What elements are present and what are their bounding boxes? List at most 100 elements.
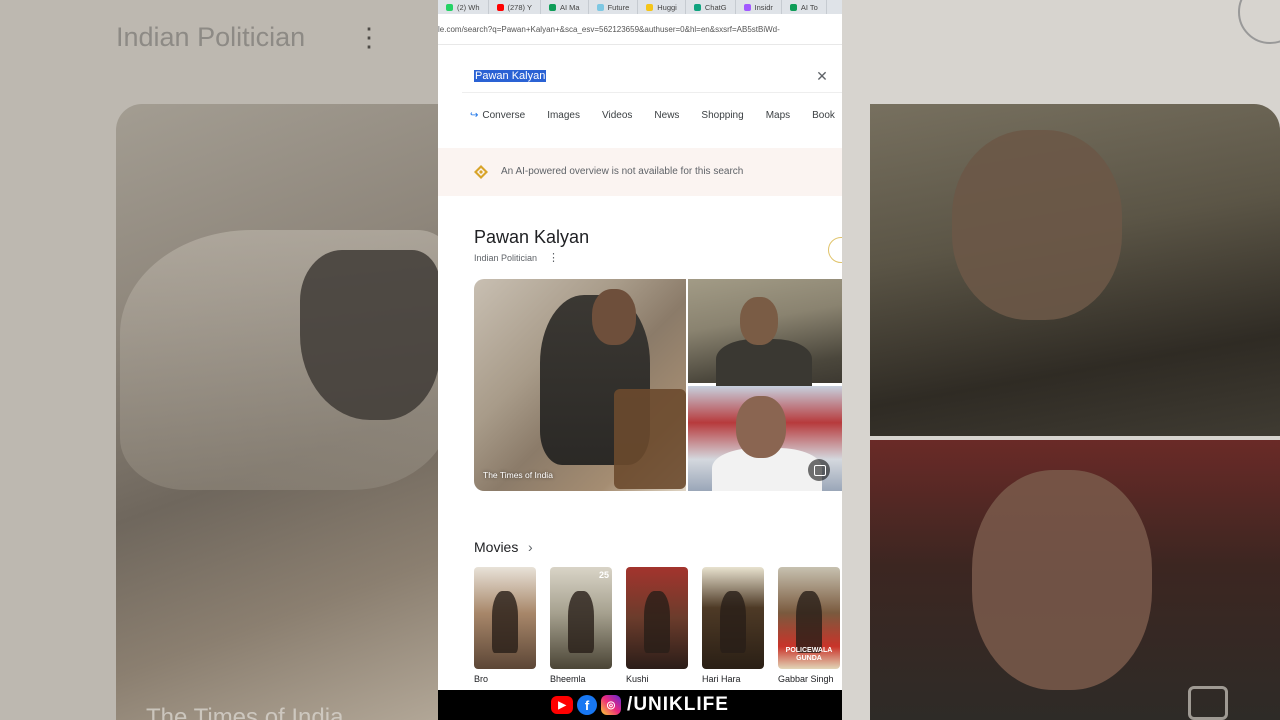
background-photo-detail — [972, 470, 1152, 690]
chip-shopping[interactable]: Shopping — [690, 110, 754, 121]
entity-subtitle: Indian Politician — [474, 253, 538, 263]
background-left-blur: Indian Politician ⋮ The Times of India — [0, 0, 438, 720]
background-title: Indian Politician — [116, 22, 306, 52]
ai-overview-message: An AI-powered overview is not available … — [501, 166, 744, 177]
movie-poster: 25 — [550, 567, 612, 669]
gemini-sparkle-icon — [474, 165, 488, 179]
movie-poster — [626, 567, 688, 669]
poster-figure — [720, 591, 746, 653]
address-bar[interactable]: le.com/search?q=Pawan+Kalyan+&sca_esv=56… — [438, 14, 842, 45]
movie-poster — [702, 567, 764, 669]
chip-label: Images — [547, 110, 580, 121]
search-query-selected: Pawan Kalyan — [474, 70, 547, 82]
instagram-icon: ◎ — [601, 695, 622, 715]
chip-videos[interactable]: Videos — [591, 110, 643, 121]
photo-chair — [614, 389, 686, 489]
search-results-screen: (2) Wh (278) Y AI Ma Future Huggi ChatG … — [438, 0, 842, 690]
photo-face — [592, 289, 636, 345]
image-glyph — [814, 465, 826, 476]
chip-maps[interactable]: Maps — [755, 110, 801, 121]
chevron-right-icon[interactable]: › — [528, 539, 533, 555]
browser-tab[interactable]: AI To — [782, 0, 827, 14]
browser-tab[interactable]: Insidr — [736, 0, 782, 14]
poster-figure — [492, 591, 518, 653]
search-filter-chips: ↪ Converse Images Videos News Shopping Ma… — [468, 110, 842, 121]
tab-label: Huggi — [657, 2, 677, 12]
image-gallery[interactable]: The Times of India — [474, 279, 842, 491]
tab-label: Insidr — [754, 2, 773, 12]
movie-title: Hari Hara — [702, 674, 741, 684]
poster-stamp: POLICEWALA GUNDA — [785, 647, 833, 662]
movie-title: Bro — [474, 674, 489, 684]
image-source-caption: The Times of India — [483, 470, 553, 480]
movie-title: Kushi — [626, 674, 649, 684]
background-caption: The Times of India — [146, 704, 344, 720]
movie-poster — [474, 567, 536, 669]
chip-label: Maps — [765, 110, 791, 121]
photo-face — [736, 396, 786, 458]
tab-favicon-icon — [743, 3, 751, 11]
movie-title: Gabbar Singh — [778, 674, 834, 684]
tab-favicon-icon — [596, 3, 604, 11]
more-images-icon[interactable] — [808, 459, 830, 481]
movie-poster: POLICEWALA GUNDA — [778, 567, 840, 669]
chip-books[interactable]: Book — [801, 110, 842, 121]
poster-figure — [796, 591, 822, 653]
movies-section-title[interactable]: Movies — [474, 539, 518, 555]
poster-figure — [644, 591, 670, 653]
close-icon[interactable]: ✕ — [814, 68, 830, 84]
entity-title: Pawan Kalyan — [474, 227, 590, 247]
movie-card[interactable]: 25 Bheemla — [550, 567, 612, 684]
tab-favicon-icon — [496, 3, 504, 11]
chip-label: Shopping — [701, 110, 744, 121]
background-photo-detail — [952, 130, 1122, 320]
ai-overview-banner: An AI-powered overview is not available … — [438, 148, 842, 196]
background-more-icon: ⋮ — [356, 22, 382, 52]
tab-favicon-icon — [693, 3, 701, 11]
gallery-image-top[interactable] — [688, 279, 842, 389]
browser-tab-strip: (2) Wh (278) Y AI Ma Future Huggi ChatG … — [438, 0, 842, 14]
tab-favicon-icon — [646, 3, 654, 11]
channel-handle: /UNIKLIFE — [627, 694, 729, 715]
more-options-icon[interactable]: ⋮ — [548, 251, 559, 264]
browser-tab[interactable]: (278) Y — [489, 0, 541, 14]
tab-favicon-icon — [548, 3, 556, 11]
browser-tab[interactable]: Huggi — [638, 0, 686, 14]
browser-tab[interactable]: ChatG — [686, 0, 736, 14]
tab-favicon-icon — [446, 3, 453, 11]
movie-title: Bheemla — [550, 674, 586, 684]
tab-label: AI Ma — [559, 2, 580, 12]
background-gallery-icon — [1188, 686, 1228, 720]
movie-card[interactable]: Hari Hara — [702, 567, 764, 684]
poster-figure — [568, 591, 594, 653]
photo-person — [716, 339, 812, 389]
background-photo-detail — [300, 250, 438, 420]
tab-favicon-icon — [789, 3, 797, 11]
background-right-blur — [842, 0, 1280, 720]
chip-news[interactable]: News — [643, 110, 690, 121]
background-circle — [1238, 0, 1280, 44]
tab-label: (2) Wh — [457, 2, 480, 12]
browser-tab[interactable]: Future — [589, 0, 639, 14]
movie-card[interactable]: POLICEWALA GUNDA Gabbar Singh — [778, 567, 840, 684]
movie-card[interactable]: Kushi — [626, 567, 688, 684]
side-panel-button[interactable] — [828, 237, 842, 263]
photo-face — [740, 297, 778, 345]
social-watermark-bar: ▶ f ◎ /UNIKLIFE — [438, 690, 842, 720]
browser-tab[interactable]: AI Ma — [541, 0, 589, 14]
chip-images[interactable]: Images — [536, 110, 591, 121]
movies-carousel: Bro 25 Bheemla Kushi Hari Hara POLICEWAL… — [474, 567, 840, 684]
movie-card[interactable]: Bro — [474, 567, 536, 684]
converse-arrow-icon: ↪ — [470, 110, 479, 121]
browser-tab[interactable]: (2) Wh — [438, 0, 489, 14]
search-input[interactable]: Pawan Kalyan ✕ — [462, 62, 842, 93]
main-image[interactable]: The Times of India — [474, 279, 686, 491]
poster-badge: 25 — [598, 570, 609, 580]
chip-label: News — [654, 110, 680, 121]
chip-label: Converse — [482, 110, 526, 121]
url-text: le.com/search?q=Pawan+Kalyan+&sca_esv=56… — [438, 25, 780, 34]
chip-label: Book — [812, 110, 835, 121]
youtube-icon: ▶ — [551, 696, 574, 714]
tab-label: ChatG — [704, 2, 727, 12]
chip-converse[interactable]: ↪ Converse — [468, 110, 536, 121]
